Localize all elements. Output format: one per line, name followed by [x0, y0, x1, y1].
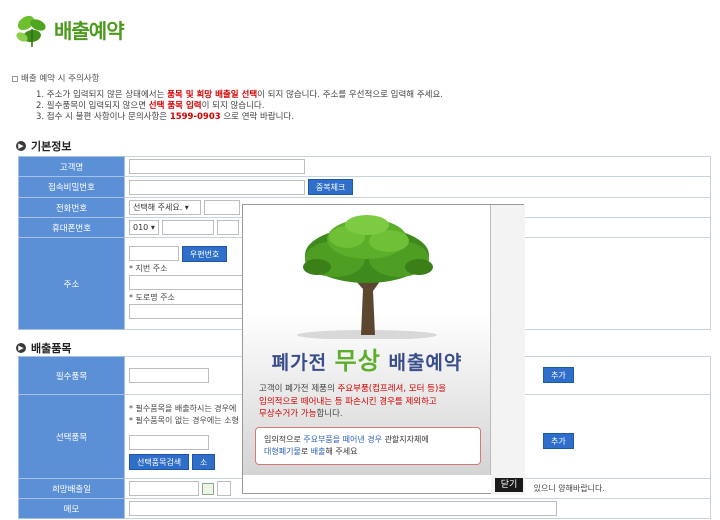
row-memo: 메모 — [18, 498, 711, 519]
label-name: 고객명 — [18, 156, 125, 177]
date-extra-input[interactable] — [216, 481, 231, 496]
mobile-end-input[interactable] — [216, 220, 239, 235]
zipcode-button[interactable]: 우편번호 — [181, 245, 228, 262]
popup-side-panel — [491, 205, 525, 495]
date-input[interactable] — [129, 481, 199, 496]
label-memo: 메모 — [18, 498, 125, 519]
add-required-button[interactable]: 추가 — [543, 367, 574, 383]
road-address-input[interactable] — [129, 304, 245, 320]
section-items: ▶ 배출품목 — [16, 340, 71, 356]
mobile-mid-input[interactable] — [161, 220, 214, 235]
bullet-arrow-icon: ▶ — [16, 141, 26, 151]
required-item-input[interactable] — [129, 368, 209, 383]
optional-item-input[interactable] — [129, 435, 209, 450]
bullet-arrow-icon: ▶ — [16, 343, 26, 353]
section-basic-info: ▶ 기본정보 — [16, 138, 71, 154]
date-note: 있으니 양해바랍니다. — [533, 484, 605, 493]
popup-close-button[interactable]: 닫기 — [495, 478, 523, 492]
promo-title: 폐가전 무상 배출예약 — [271, 347, 463, 375]
leaf-icon — [12, 9, 50, 49]
notice-item: 1. 주소가 입력되지 않은 상태에서는 품목 및 희망 배출일 선택이 되지 … — [36, 90, 443, 100]
popup-body: 폐가전 무상 배출예약 고객이 폐가전 제품의 주요부품(컴프레셔, 모터 등)… — [243, 205, 491, 475]
label-date: 희망배출일 — [18, 478, 125, 499]
notice-title-text: 배출 예약 시 주의사항 — [21, 74, 100, 84]
row-password: 접속비밀번호 중복체크 — [18, 176, 711, 198]
add-optional-button[interactable]: 추가 — [543, 433, 574, 449]
promo-popup: 폐가전 무상 배출예약 고객이 폐가전 제품의 주요부품(컴프레셔, 모터 등)… — [242, 204, 525, 495]
promo-description: 고객이 폐가전 제품의 주요부품(컴프레셔, 모터 등)을 임의적으로 떼어내는… — [259, 384, 447, 419]
label-address: 주소 — [18, 237, 125, 330]
calendar-icon[interactable] — [201, 482, 214, 495]
notice-item: 2. 필수품목이 입력되지 않으면 선택 품목 입력이 되지 않습니다. — [36, 101, 265, 111]
notice: 배출 예약 시 주의사항 1. 주소가 입력되지 않은 상태에서는 품목 및 희… — [12, 72, 702, 123]
notice-item: 3. 접수 시 불편 사항이나 문의사항은 1599-0903 으로 연락 바랍… — [36, 112, 295, 122]
dup-check-button[interactable]: 중복체크 — [307, 179, 354, 195]
phone-mid-input[interactable] — [203, 200, 240, 215]
page-title: 배출예약 — [54, 18, 125, 43]
row-name: 고객명 — [18, 156, 711, 177]
mobile-prefix-select[interactable]: 010 ▾ — [129, 220, 159, 235]
label-password: 접속비밀번호 — [18, 176, 125, 198]
promo-note-box: 임의적으로 주요부품을 떼어낸 경우 관할지자체에 대형폐기물로 배출해 주세요 — [255, 427, 481, 465]
memo-input[interactable] — [129, 501, 557, 516]
phone-area-select[interactable]: 선택해 주세요. ▾ — [129, 200, 201, 215]
jibun-address-input[interactable] — [129, 275, 245, 291]
zipcode-input[interactable] — [129, 246, 179, 262]
item-search-button-2[interactable]: 소 — [192, 454, 216, 470]
label-optional: 선택품목 — [18, 394, 125, 479]
section-items-title: 배출품목 — [31, 342, 72, 355]
label-phone: 전화번호 — [18, 197, 125, 218]
label-required: 필수품목 — [18, 356, 125, 395]
header: 배출예약 — [12, 6, 125, 52]
label-mobile: 휴대폰번호 — [18, 217, 125, 238]
name-input[interactable] — [129, 159, 305, 174]
notice-box-icon — [12, 75, 18, 82]
notice-title: 배출 예약 시 주의사항 — [12, 72, 702, 84]
notice-list: 1. 주소가 입력되지 않은 상태에서는 품목 및 희망 배출일 선택이 되지 … — [12, 90, 702, 123]
section-basic-title: 기본정보 — [31, 140, 72, 153]
item-search-button[interactable]: 선택품목검색 — [129, 454, 190, 470]
tree-image — [287, 211, 447, 340]
password-input[interactable] — [129, 179, 305, 195]
